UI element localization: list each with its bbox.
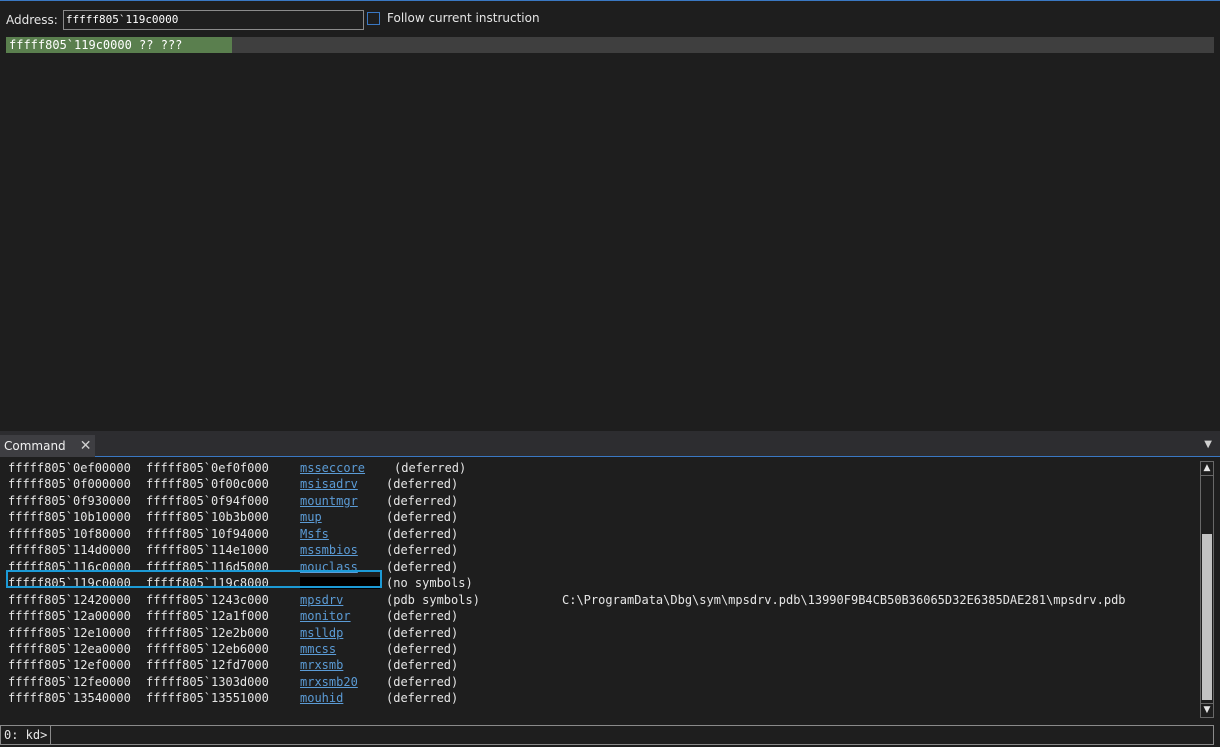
module-end-address: fffff805`12eb6000 bbox=[146, 642, 269, 656]
module-symbol-status: (deferred) bbox=[386, 494, 459, 508]
module-name-link[interactable]: Msfs bbox=[300, 526, 329, 542]
module-name-link[interactable]: mrxsmb bbox=[300, 657, 343, 673]
tab-command-label: Command bbox=[4, 439, 66, 453]
command-input[interactable] bbox=[53, 726, 1213, 746]
module-end-address: fffff805`1243c000 bbox=[146, 593, 269, 607]
module-name-link[interactable]: msisadrv bbox=[300, 476, 358, 492]
address-input[interactable] bbox=[62, 10, 364, 30]
module-start-address: fffff805`114d0000 bbox=[8, 543, 131, 557]
module-name-link[interactable]: mssmbios bbox=[300, 542, 358, 558]
command-input-bar: 0: kd> bbox=[0, 725, 1214, 746]
module-end-address: fffff805`12fd7000 bbox=[146, 658, 269, 672]
module-end-address: fffff805`10b3b000 bbox=[146, 510, 269, 524]
module-start-address: fffff805`10b10000 bbox=[8, 510, 131, 524]
module-symbol-path: C:\ProgramData\Dbg\sym\mpsdrv.pdb\13990F… bbox=[562, 593, 1126, 607]
close-icon[interactable]: ✕ bbox=[80, 439, 92, 453]
module-symbol-status: (deferred) bbox=[386, 675, 459, 689]
module-name-link[interactable]: mrxsmb20 bbox=[300, 674, 358, 690]
module-symbol-status: (deferred) bbox=[386, 560, 459, 574]
module-start-address: fffff805`10f80000 bbox=[8, 527, 131, 541]
follow-checkbox[interactable] bbox=[367, 11, 380, 25]
module-name-link[interactable]: mup bbox=[300, 509, 322, 525]
module-symbol-status: (deferred) bbox=[386, 477, 459, 491]
module-end-address: fffff805`12a1f000 bbox=[146, 609, 269, 623]
module-symbol-status: (deferred) bbox=[386, 658, 459, 672]
module-name-link[interactable]: mouhid bbox=[300, 690, 343, 706]
scroll-down-icon[interactable]: ▼ bbox=[1201, 703, 1213, 717]
module-start-address: fffff805`12ea0000 bbox=[8, 642, 131, 656]
module-start-address: fffff805`12fe0000 bbox=[8, 675, 131, 689]
output-scrollbar[interactable]: ▲ ▼ bbox=[1200, 461, 1214, 718]
disassembly-line-text: fffff805`119c0000 ?? ??? bbox=[9, 38, 183, 52]
disassembly-current-line[interactable]: fffff805`119c0000 ?? ??? bbox=[6, 37, 1214, 53]
module-start-address: fffff805`13540000 bbox=[8, 691, 131, 705]
module-start-address: fffff805`0f930000 bbox=[8, 494, 131, 508]
module-end-address: fffff805`12e2b000 bbox=[146, 626, 269, 640]
command-output: fffff805`0ef00000 fffff805`0ef0f000 mssecc… bbox=[0, 460, 1196, 725]
address-bar: Address: bbox=[6, 9, 364, 31]
module-end-address: fffff805`1303d000 bbox=[146, 675, 269, 689]
module-end-address: fffff805`10f94000 bbox=[146, 527, 269, 541]
module-start-address: fffff805`0f000000 bbox=[8, 477, 131, 491]
module-name-link[interactable]: mountmgr bbox=[300, 493, 358, 509]
module-symbol-status: (no symbols) bbox=[386, 576, 473, 590]
module-symbol-status: (deferred) bbox=[394, 461, 467, 475]
module-symbol-status: (deferred) bbox=[386, 527, 459, 541]
module-symbol-status: (deferred) bbox=[386, 510, 459, 524]
module-end-address: fffff805`114e1000 bbox=[146, 543, 269, 557]
module-name-link[interactable]: mslldp bbox=[300, 625, 343, 641]
module-name-link[interactable]: monitor bbox=[300, 608, 351, 624]
command-header: Command ✕ ▼ bbox=[0, 435, 1220, 457]
module-symbol-status: (deferred) bbox=[386, 626, 459, 640]
module-symbol-status: (pdb symbols) bbox=[386, 593, 480, 607]
module-start-address: fffff805`12420000 bbox=[8, 593, 131, 607]
module-symbol-status: (deferred) bbox=[386, 609, 459, 623]
module-end-address: fffff805`13551000 bbox=[146, 691, 269, 705]
address-label: Address: bbox=[6, 13, 58, 27]
module-symbol-status: (deferred) bbox=[386, 642, 459, 656]
scroll-up-icon[interactable]: ▲ bbox=[1201, 462, 1213, 476]
module-end-address: fffff805`0f00c000 bbox=[146, 477, 269, 491]
module-start-address: fffff805`0ef00000 bbox=[8, 461, 131, 475]
module-end-address: fffff805`0f94f000 bbox=[146, 494, 269, 508]
module-start-address: fffff805`12ef0000 bbox=[8, 658, 131, 672]
command-pane: Command ✕ ▼ fffff805`0ef00000 fffff805`0e… bbox=[0, 435, 1220, 747]
module-symbol-status: (deferred) bbox=[386, 543, 459, 557]
module-end-address: fffff805`0ef0f000 bbox=[146, 461, 269, 475]
module-name-link[interactable]: msseccore bbox=[300, 460, 365, 476]
scroll-thumb[interactable] bbox=[1202, 534, 1212, 700]
selected-module-highlight bbox=[6, 570, 382, 588]
disassembly-pane: Address: Follow current instruction ffff… bbox=[0, 1, 1220, 431]
prompt-label: 0: kd> bbox=[1, 726, 52, 744]
module-start-address: fffff805`12e10000 bbox=[8, 626, 131, 640]
module-start-address: fffff805`12a00000 bbox=[8, 609, 131, 623]
tab-command[interactable]: Command ✕ bbox=[0, 435, 96, 457]
module-symbol-status: (deferred) bbox=[386, 691, 459, 705]
module-name-link[interactable]: mmcss bbox=[300, 641, 336, 657]
follow-current-instruction[interactable]: Follow current instruction bbox=[367, 11, 540, 25]
module-name-link[interactable]: mpsdrv bbox=[300, 592, 343, 608]
caret-down-icon[interactable]: ▼ bbox=[1204, 440, 1212, 450]
follow-label: Follow current instruction bbox=[387, 11, 540, 25]
